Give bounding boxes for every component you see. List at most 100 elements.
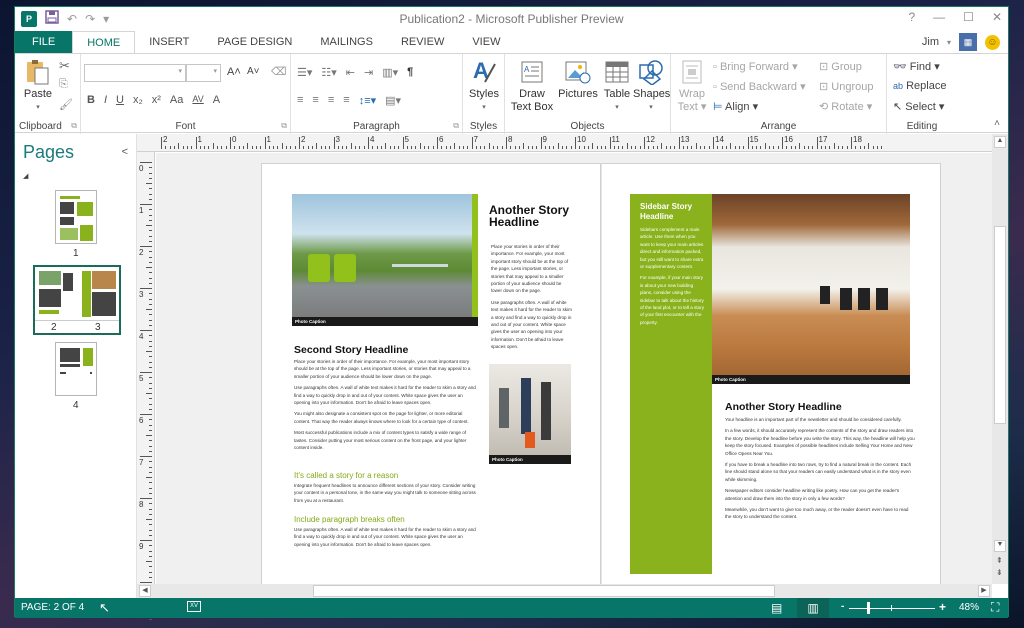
vertical-ruler[interactable]: 012345678910 (137, 152, 155, 620)
columns-icon[interactable]: ▥▾ (382, 66, 398, 79)
font-color-button[interactable]: A (213, 94, 220, 106)
shading-icon[interactable]: ▤▾ (385, 94, 401, 107)
align-button[interactable]: ⊨ Align ▾ (713, 100, 758, 113)
styles-button[interactable]: A Styles ▾ (467, 58, 501, 114)
line-spacing-icon[interactable]: ↕≡▾ (359, 94, 376, 107)
team-photo[interactable]: Photo Caption (489, 364, 571, 464)
tab-review[interactable]: REVIEW (387, 31, 458, 53)
font-name-combobox[interactable]: ▾ (84, 64, 186, 82)
horizontal-scroll-thumb[interactable] (313, 585, 775, 597)
tab-file[interactable]: FILE (15, 31, 73, 53)
select-button[interactable]: ↖ Select ▾ (893, 100, 944, 113)
single-page-view-icon[interactable]: ▤ (771, 601, 782, 615)
align-left-icon[interactable]: ≡ (297, 94, 303, 107)
subheading-story-reason[interactable]: It's called a story for a reason (294, 471, 398, 480)
wrap-text-button[interactable]: Wrap Text ▾ (675, 58, 709, 114)
replace-button[interactable]: ab Replace (893, 80, 946, 92)
font-size-combobox[interactable]: ▾ (186, 64, 221, 82)
rotate-button[interactable]: ⟲ Rotate ▾ (819, 100, 872, 113)
ungroup-button[interactable]: ⊡ Ungroup (819, 80, 873, 93)
vertical-scroll-thumb[interactable] (994, 226, 1006, 424)
subscript-button[interactable]: x₂ (133, 94, 143, 106)
maximize-icon[interactable]: ☐ (963, 10, 974, 24)
character-spacing-button[interactable]: AV (192, 94, 203, 106)
bold-button[interactable]: B (87, 94, 95, 106)
decrease-indent-icon[interactable]: ⇤ (346, 66, 355, 79)
second-story-body[interactable]: Place your stories in order of their imp… (294, 358, 476, 455)
page-thumbnail-2-3[interactable]: 2 3 (33, 265, 121, 335)
close-icon[interactable]: ✕ (992, 10, 1002, 24)
scroll-up-button[interactable]: ▲ (994, 136, 1006, 148)
feedback-smiley-icon[interactable]: ☺ (985, 34, 1000, 50)
increase-indent-icon[interactable]: ⇥ (364, 66, 373, 79)
align-center-icon[interactable]: ≡ (312, 94, 318, 107)
underline-button[interactable]: U (116, 94, 124, 106)
page3-body[interactable]: Your headline is an important part of th… (725, 416, 915, 525)
bring-forward-button[interactable]: ▫ Bring Forward ▾ (713, 60, 798, 73)
superscript-button[interactable]: x² (152, 94, 161, 106)
italic-button[interactable]: I (104, 94, 107, 106)
copy-icon[interactable]: ⎘ (59, 78, 68, 91)
office-photo[interactable]: Photo Caption (292, 194, 478, 326)
user-name[interactable]: Jim (922, 36, 939, 48)
scroll-right-button[interactable]: ▶ (978, 585, 990, 597)
hallway-photo[interactable]: Photo Caption (712, 194, 910, 384)
pictures-button[interactable]: Pictures (557, 58, 599, 101)
tab-page-design[interactable]: PAGE DESIGN (203, 31, 306, 53)
paste-button[interactable]: Paste ▾ (21, 58, 55, 114)
numbering-icon[interactable]: ☷▾ (321, 66, 336, 79)
group-button[interactable]: ⊡ Group (819, 60, 862, 73)
tab-home[interactable]: HOME (72, 31, 136, 53)
bullets-icon[interactable]: ☰▾ (297, 66, 312, 79)
horizontal-ruler[interactable]: 2 1 0 1 2 3 4 5 6 7 8 9 10 11 12 13 14 15 16 17 18 (137, 134, 992, 152)
another-story-headline[interactable]: Another Story Headline (489, 204, 589, 228)
zoom-in-button[interactable]: + (939, 600, 946, 614)
collapse-ribbon-icon[interactable]: ˄ (994, 118, 1000, 129)
subheading-paragraph-breaks-body[interactable]: Use paragraphs often. A wall of white te… (294, 526, 476, 548)
collapse-pane-icon[interactable]: < (122, 146, 128, 158)
font-launcher-icon[interactable]: ⧉ (281, 121, 287, 131)
tab-view[interactable]: VIEW (458, 31, 514, 53)
macro-recording-icon[interactable]: XV (187, 601, 201, 612)
vertical-scrollbar[interactable]: ▲ ▼ ⇞ ⇟ (992, 134, 1008, 584)
subheading-paragraph-breaks[interactable]: Include paragraph breaks often (294, 515, 405, 524)
paragraph-launcher-icon[interactable]: ⧉ (453, 121, 459, 131)
page-thumbnail-4[interactable] (55, 342, 97, 396)
change-case-button[interactable]: Aa (170, 94, 183, 106)
document-canvas[interactable]: Photo Caption Another Story Headline Pla… (156, 153, 992, 584)
tab-insert[interactable]: INSERT (135, 31, 203, 53)
expand-triangle-icon[interactable]: ◢ (23, 172, 28, 180)
zoom-out-button[interactable]: - (841, 601, 844, 612)
clear-formatting-icon[interactable]: ⌫ (271, 65, 287, 78)
fit-page-icon[interactable]: ⛶ (991, 600, 999, 615)
cut-icon[interactable]: ✂ (59, 58, 70, 74)
format-painter-icon[interactable]: 🖌 (59, 98, 73, 111)
sidebar-story[interactable]: Sidebar Story Headline Sidebars compleme… (630, 194, 712, 574)
subheading-story-reason-body[interactable]: Integrate frequent headlines to announce… (294, 482, 476, 504)
two-page-spread-view-icon[interactable]: ▥ (797, 598, 829, 618)
scroll-left-button[interactable]: ◀ (139, 585, 151, 597)
justify-icon[interactable]: ≡ (343, 94, 349, 107)
help-icon[interactable]: ? (908, 10, 915, 24)
apps-grid-icon[interactable]: ▦ (959, 33, 977, 51)
page-indicator[interactable]: PAGE: 2 OF 4 (21, 602, 84, 613)
shrink-font-button[interactable]: A˅ (247, 66, 260, 77)
grow-font-button[interactable]: A˄ (227, 66, 241, 78)
clipboard-launcher-icon[interactable]: ⧉ (71, 121, 77, 131)
table-button[interactable]: Table ▾ (601, 58, 633, 114)
user-dropdown-icon[interactable]: ▾ (947, 38, 951, 47)
zoom-slider-thumb[interactable] (866, 602, 870, 614)
zoom-slider[interactable] (849, 602, 935, 614)
tab-mailings[interactable]: MAILINGS (306, 31, 387, 53)
next-page-icon[interactable]: ⇟ (996, 568, 1003, 577)
minimize-icon[interactable]: — (933, 10, 945, 24)
draw-text-box-button[interactable]: A Draw Text Box (509, 58, 555, 114)
page-2[interactable]: Photo Caption Another Story Headline Pla… (261, 163, 601, 584)
align-right-icon[interactable]: ≡ (328, 94, 334, 107)
show-marks-button[interactable]: ¶ (407, 66, 413, 79)
send-backward-button[interactable]: ▫ Send Backward ▾ (713, 80, 806, 93)
page-thumbnail-1[interactable] (55, 190, 97, 244)
page-3[interactable]: Sidebar Story Headline Sidebars compleme… (601, 163, 941, 584)
second-story-headline[interactable]: Second Story Headline (294, 344, 408, 356)
find-button[interactable]: 👓 Find ▾ (893, 60, 940, 73)
